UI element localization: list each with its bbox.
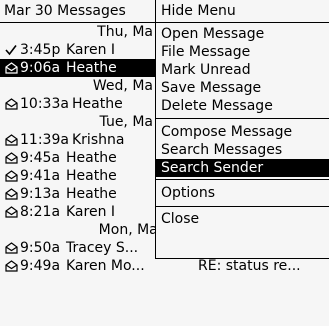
message-sender: Tracey S...: [66, 240, 139, 256]
envelope-open-icon: [4, 203, 18, 221]
message-time: 9:41a: [20, 168, 61, 184]
message-time: 11:39a: [20, 132, 69, 148]
message-sender: Heathe: [66, 168, 117, 184]
menu-item-search-messages[interactable]: Search Messages: [156, 141, 329, 159]
envelope-open-icon: [4, 131, 18, 149]
envelope-open-icon: [4, 257, 18, 275]
menu-item-open-message[interactable]: Open Message: [156, 25, 329, 43]
envelope-open-icon: [4, 239, 18, 257]
envelope-open-icon: [4, 95, 18, 113]
envelope-open-icon: [4, 59, 18, 77]
message-sender: Heathe: [72, 96, 123, 112]
menu-item-mark-unread[interactable]: Mark Unread: [156, 61, 329, 79]
menu-item-save-message[interactable]: Save Message: [156, 79, 329, 97]
menu-item-delete-message[interactable]: Delete Message: [156, 97, 329, 115]
envelope-open-icon: [4, 149, 18, 167]
message-sender: Karen Mo...: [66, 258, 145, 274]
message-time: 3:45p: [20, 42, 61, 58]
message-row[interactable]: 9:49a Karen Mo... RE: status re...: [0, 257, 329, 275]
message-subject: RE: status re...: [198, 258, 301, 274]
check-icon: [4, 41, 18, 59]
menu-item-close[interactable]: Close: [156, 210, 329, 228]
menu-item-options[interactable]: Options: [156, 184, 329, 202]
message-time: 9:50a: [20, 240, 61, 256]
message-time: 8:21a: [20, 204, 61, 220]
menu-separator: [156, 118, 329, 119]
message-sender: Karen I: [66, 42, 116, 58]
message-sender: Heathe: [66, 150, 117, 166]
menu-item-file-message[interactable]: File Message: [156, 43, 329, 61]
menu-separator: [156, 206, 329, 207]
menu-separator: [156, 22, 329, 23]
menu-item-search-sender[interactable]: Search Sender: [156, 159, 329, 177]
context-menu: Hide Menu Open Message File Message Mark…: [155, 0, 329, 259]
envelope-open-icon: [4, 185, 18, 203]
screen: Mar 30 Messages Thu, Ma 3:45p Karen I 9:06a…: [0, 0, 329, 326]
screen-title: Mar 30 Messages: [4, 3, 126, 19]
message-sender: Krishna: [72, 132, 125, 148]
message-sender: Karen I: [66, 204, 116, 220]
menu-item-hide-menu[interactable]: Hide Menu: [156, 2, 329, 20]
menu-item-compose-message[interactable]: Compose Message: [156, 123, 329, 141]
message-time: 10:33a: [20, 96, 69, 112]
message-sender: Heathe: [66, 60, 117, 76]
message-time: 9:06a: [20, 60, 61, 76]
message-time: 9:45a: [20, 150, 61, 166]
envelope-open-icon: [4, 167, 18, 185]
message-time: 9:49a: [20, 258, 61, 274]
message-time: 9:13a: [20, 186, 61, 202]
menu-separator: [156, 179, 329, 180]
message-sender: Heathe: [66, 186, 117, 202]
